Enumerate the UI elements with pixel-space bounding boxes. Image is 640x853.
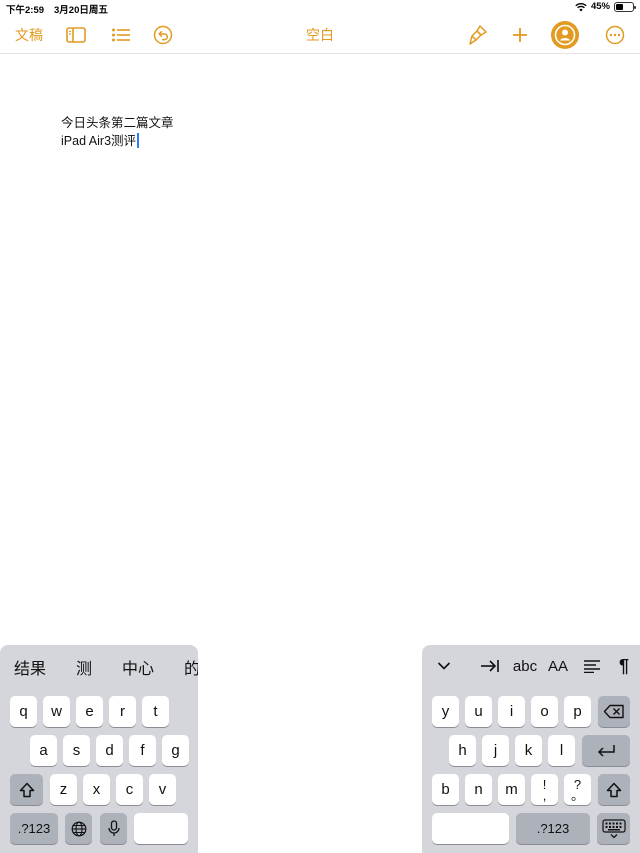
key-a[interactable]: a (30, 735, 57, 766)
status-date: 3月20日周五 (54, 5, 108, 16)
more-icon[interactable] (604, 16, 626, 54)
key-y[interactable]: y (432, 696, 459, 727)
space-key-right[interactable] (432, 813, 509, 844)
keyboard-left: 结果 测 中心 的 q w e r t a s d f g z x c v .?… (0, 645, 198, 853)
keyboard-dismiss-key[interactable] (597, 813, 630, 844)
candidate-word[interactable]: 测 (76, 655, 92, 679)
sidebar-icon[interactable] (64, 16, 88, 54)
chevron-down-icon (437, 662, 451, 670)
key-s[interactable]: s (63, 735, 90, 766)
collaborate-icon[interactable] (550, 16, 580, 54)
list-icon[interactable] (109, 16, 133, 54)
key-j[interactable]: j (482, 735, 509, 766)
shift-key-right[interactable] (598, 774, 630, 805)
backspace-icon (603, 704, 624, 719)
battery-fill (616, 3, 623, 10)
key-w[interactable]: w (43, 696, 70, 727)
status-bar: 下午2:59 3月20日周五 45% (0, 0, 640, 16)
align-left-icon (584, 660, 600, 673)
plus-icon[interactable] (509, 16, 531, 54)
key-b[interactable]: b (432, 774, 459, 805)
key-l[interactable]: l (548, 735, 575, 766)
status-right: 45% (575, 1, 636, 12)
key-k[interactable]: k (515, 735, 542, 766)
paintbrush-icon[interactable] (466, 16, 490, 54)
keyboard-right: abc AA ¶ y u i o p h j k l b n m ! , ? 。… (422, 645, 640, 853)
abc-button[interactable]: abc (510, 655, 540, 677)
microphone-icon (107, 820, 120, 836)
shift-icon (19, 782, 34, 797)
key-n[interactable]: n (465, 774, 492, 805)
key-q[interactable]: q (10, 696, 37, 727)
text-cursor (137, 133, 139, 148)
candidate-bar: 结果 测 中心 的 (0, 645, 198, 687)
numbers-key[interactable]: .?123 (10, 813, 58, 844)
key-x[interactable]: x (83, 774, 110, 805)
keyboard-icon (601, 818, 626, 838)
key-e[interactable]: e (76, 696, 103, 727)
key-c[interactable]: c (116, 774, 143, 805)
candidate-word[interactable]: 的 (184, 655, 198, 679)
key-i[interactable]: i (498, 696, 525, 727)
punct-bottom: 。 (570, 787, 584, 803)
document-line: 今日头条第二篇文章 (61, 116, 174, 130)
shift-icon (606, 782, 622, 797)
font-size-button[interactable]: AA (546, 655, 570, 677)
document-line-current: iPad Air3测评 (61, 132, 174, 150)
punct-bottom: , (542, 787, 547, 803)
key-question-period[interactable]: ? 。 (564, 774, 591, 805)
tab-icon (481, 660, 499, 672)
key-h[interactable]: h (449, 735, 476, 766)
document-title[interactable]: 空白 (280, 16, 360, 54)
battery-icon (614, 1, 636, 12)
key-p[interactable]: p (564, 696, 591, 727)
shift-key[interactable] (10, 774, 43, 805)
document-body[interactable]: 今日头条第二篇文章 iPad Air3测评 (61, 114, 174, 150)
microphone-key[interactable] (100, 813, 127, 844)
key-g[interactable]: g (162, 735, 189, 766)
return-icon (597, 744, 615, 757)
key-exclaim-comma[interactable]: ! , (531, 774, 558, 805)
space-key-left[interactable] (134, 813, 188, 844)
status-time: 下午2:59 (6, 5, 45, 16)
toolbar: 文稿 空白 (0, 16, 640, 54)
key-d[interactable]: d (96, 735, 123, 766)
key-m[interactable]: m (498, 774, 525, 805)
key-z[interactable]: z (50, 774, 77, 805)
paragraph-button[interactable]: ¶ (614, 655, 634, 677)
key-o[interactable]: o (531, 696, 558, 727)
tab-button[interactable] (478, 655, 502, 677)
key-u[interactable]: u (465, 696, 492, 727)
key-t[interactable]: t (142, 696, 169, 727)
globe-key[interactable] (65, 813, 92, 844)
wifi-icon (575, 2, 587, 11)
candidate-word[interactable]: 结果 (14, 655, 46, 679)
documents-button[interactable]: 文稿 (15, 16, 43, 54)
undo-icon[interactable] (152, 16, 174, 54)
key-r[interactable]: r (109, 696, 136, 727)
battery-percent: 45% (590, 1, 610, 12)
delete-key[interactable] (598, 696, 630, 727)
dismiss-keyboard-button[interactable] (434, 655, 454, 677)
return-key[interactable] (582, 735, 630, 766)
key-f[interactable]: f (129, 735, 156, 766)
globe-icon (71, 821, 86, 836)
align-button[interactable] (582, 655, 602, 677)
key-v[interactable]: v (149, 774, 176, 805)
numbers-key-right[interactable]: .?123 (516, 813, 590, 844)
document-line-text: iPad Air3测评 (61, 134, 137, 148)
candidate-word[interactable]: 中心 (122, 655, 154, 679)
